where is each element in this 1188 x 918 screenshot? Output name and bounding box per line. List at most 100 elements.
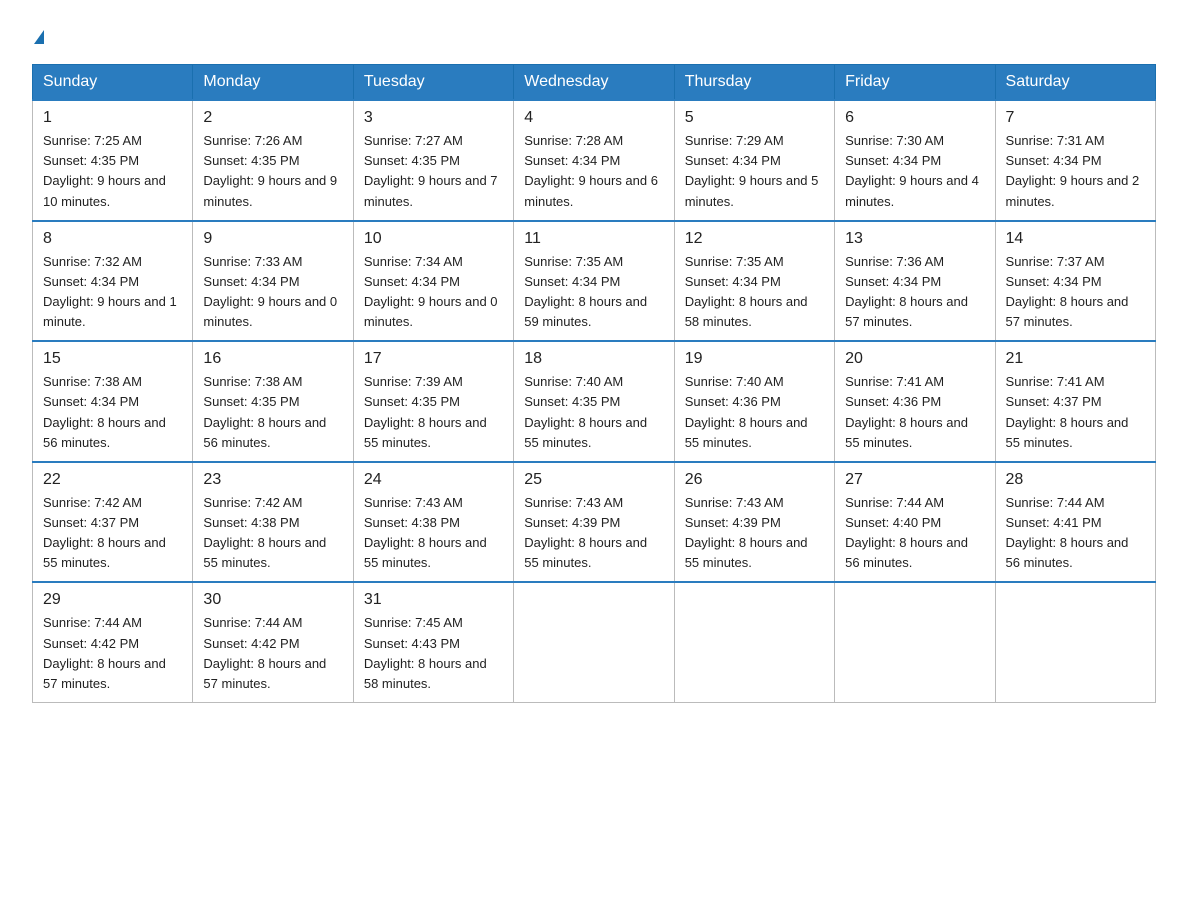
calendar-cell: 22 Sunrise: 7:42 AMSunset: 4:37 PMDayligh… [33,462,193,583]
day-info: Sunrise: 7:34 AMSunset: 4:34 PMDaylight:… [364,252,503,333]
day-number: 1 [43,109,182,127]
day-number: 23 [203,471,342,489]
day-number: 9 [203,230,342,248]
day-number: 14 [1006,230,1145,248]
day-info: Sunrise: 7:43 AMSunset: 4:39 PMDaylight:… [685,493,824,574]
calendar-cell: 16 Sunrise: 7:38 AMSunset: 4:35 PMDayligh… [193,341,353,462]
day-number: 30 [203,591,342,609]
day-info: Sunrise: 7:41 AMSunset: 4:37 PMDaylight:… [1006,372,1145,453]
day-info: Sunrise: 7:42 AMSunset: 4:37 PMDaylight:… [43,493,182,574]
calendar-cell: 31 Sunrise: 7:45 AMSunset: 4:43 PMDayligh… [353,582,513,702]
col-header-friday: Friday [835,65,995,101]
day-info: Sunrise: 7:30 AMSunset: 4:34 PMDaylight:… [845,131,984,212]
day-info: Sunrise: 7:42 AMSunset: 4:38 PMDaylight:… [203,493,342,574]
week-row-1: 1Sunrise: 7:25 AMSunset: 4:35 PMDaylight… [33,100,1156,221]
calendar-cell: 14 Sunrise: 7:37 AMSunset: 4:34 PMDayligh… [995,221,1155,342]
day-info: Sunrise: 7:36 AMSunset: 4:34 PMDaylight:… [845,252,984,333]
day-number: 17 [364,350,503,368]
day-info: Sunrise: 7:44 AMSunset: 4:40 PMDaylight:… [845,493,984,574]
day-info: Sunrise: 7:39 AMSunset: 4:35 PMDaylight:… [364,372,503,453]
calendar-cell: 28 Sunrise: 7:44 AMSunset: 4:41 PMDayligh… [995,462,1155,583]
day-number: 6 [845,109,984,127]
day-info: Sunrise: 7:35 AMSunset: 4:34 PMDaylight:… [524,252,663,333]
day-number: 31 [364,591,503,609]
day-number: 25 [524,471,663,489]
col-header-thursday: Thursday [674,65,834,101]
day-info: Sunrise: 7:44 AMSunset: 4:42 PMDaylight:… [203,613,342,694]
calendar-cell: 13Sunrise: 7:36 AMSunset: 4:34 PMDayligh… [835,221,995,342]
week-row-2: 8 Sunrise: 7:32 AMSunset: 4:34 PMDaylight… [33,221,1156,342]
day-number: 16 [203,350,342,368]
day-info: Sunrise: 7:28 AMSunset: 4:34 PMDaylight:… [524,131,663,212]
calendar-cell: 17 Sunrise: 7:39 AMSunset: 4:35 PMDayligh… [353,341,513,462]
day-number: 27 [845,471,984,489]
day-number: 11 [524,230,663,248]
day-info: Sunrise: 7:27 AMSunset: 4:35 PMDaylight:… [364,131,503,212]
calendar-cell: 29Sunrise: 7:44 AMSunset: 4:42 PMDayligh… [33,582,193,702]
week-row-5: 29 Sunrise: 7:44 AMSunset: 4:42 PMDayligh… [33,582,1156,702]
calendar-cell: 3 Sunrise: 7:27 AMSunset: 4:35 PMDaylight… [353,100,513,221]
day-info: Sunrise: 7:33 AMSunset: 4:34 PMDaylight:… [203,252,342,333]
day-number: 26 [685,471,824,489]
calendar-cell: 18Sunrise: 7:40 AMSunset: 4:35 PMDayligh… [514,341,674,462]
calendar-cell: 7 Sunrise: 7:31 AMSunset: 4:34 PMDaylight… [995,100,1155,221]
calendar-cell [514,582,674,702]
col-header-sunday: Sunday [33,65,193,101]
day-number: 29 [43,591,182,609]
calendar-cell [835,582,995,702]
day-info: Sunrise: 7:43 AMSunset: 4:38 PMDaylight:… [364,493,503,574]
day-info: Sunrise: 7:45 AMSunset: 4:43 PMDaylight:… [364,613,503,694]
col-header-saturday: Saturday [995,65,1155,101]
day-info: Sunrise: 7:38 AMSunset: 4:34 PMDaylight:… [43,372,182,453]
day-number: 28 [1006,471,1145,489]
calendar-cell: 12Sunrise: 7:35 AMSunset: 4:34 PMDayligh… [674,221,834,342]
day-number: 7 [1006,109,1145,127]
calendar-cell: 15 Sunrise: 7:38 AMSunset: 4:34 PMDayligh… [33,341,193,462]
page-header [32,24,1156,48]
day-info: Sunrise: 7:32 AMSunset: 4:34 PMDaylight:… [43,252,182,333]
day-number: 15 [43,350,182,368]
logo [32,24,44,48]
day-number: 24 [364,471,503,489]
calendar-cell [674,582,834,702]
calendar-cell: 30 Sunrise: 7:44 AMSunset: 4:42 PMDayligh… [193,582,353,702]
calendar-cell: 21 Sunrise: 7:41 AMSunset: 4:37 PMDayligh… [995,341,1155,462]
calendar-cell: 4Sunrise: 7:28 AMSunset: 4:34 PMDaylight… [514,100,674,221]
calendar-cell: 2Sunrise: 7:26 AMSunset: 4:35 PMDaylight… [193,100,353,221]
day-info: Sunrise: 7:38 AMSunset: 4:35 PMDaylight:… [203,372,342,453]
col-header-tuesday: Tuesday [353,65,513,101]
day-number: 10 [364,230,503,248]
day-info: Sunrise: 7:31 AMSunset: 4:34 PMDaylight:… [1006,131,1145,212]
day-number: 5 [685,109,824,127]
calendar-cell: 25 Sunrise: 7:43 AMSunset: 4:39 PMDayligh… [514,462,674,583]
day-info: Sunrise: 7:40 AMSunset: 4:36 PMDaylight:… [685,372,824,453]
day-number: 19 [685,350,824,368]
day-info: Sunrise: 7:26 AMSunset: 4:35 PMDaylight:… [203,131,342,212]
calendar-cell: 5 Sunrise: 7:29 AMSunset: 4:34 PMDaylight… [674,100,834,221]
day-info: Sunrise: 7:44 AMSunset: 4:41 PMDaylight:… [1006,493,1145,574]
day-number: 22 [43,471,182,489]
calendar-cell: 10 Sunrise: 7:34 AMSunset: 4:34 PMDayligh… [353,221,513,342]
day-number: 3 [364,109,503,127]
calendar-cell: 6 Sunrise: 7:30 AMSunset: 4:34 PMDaylight… [835,100,995,221]
calendar-cell: 26 Sunrise: 7:43 AMSunset: 4:39 PMDayligh… [674,462,834,583]
col-header-monday: Monday [193,65,353,101]
calendar-cell: 20Sunrise: 7:41 AMSunset: 4:36 PMDayligh… [835,341,995,462]
week-row-4: 22 Sunrise: 7:42 AMSunset: 4:37 PMDayligh… [33,462,1156,583]
logo-triangle-icon [34,30,44,44]
day-info: Sunrise: 7:35 AMSunset: 4:34 PMDaylight:… [685,252,824,333]
calendar-cell [995,582,1155,702]
calendar-cell: 27 Sunrise: 7:44 AMSunset: 4:40 PMDayligh… [835,462,995,583]
calendar-cell: 11 Sunrise: 7:35 AMSunset: 4:34 PMDayligh… [514,221,674,342]
calendar-header-row: SundayMondayTuesdayWednesdayThursdayFrid… [33,65,1156,101]
day-info: Sunrise: 7:43 AMSunset: 4:39 PMDaylight:… [524,493,663,574]
day-info: Sunrise: 7:37 AMSunset: 4:34 PMDaylight:… [1006,252,1145,333]
day-number: 21 [1006,350,1145,368]
day-info: Sunrise: 7:29 AMSunset: 4:34 PMDaylight:… [685,131,824,212]
day-info: Sunrise: 7:40 AMSunset: 4:35 PMDaylight:… [524,372,663,453]
day-number: 20 [845,350,984,368]
day-number: 8 [43,230,182,248]
calendar-cell: 23 Sunrise: 7:42 AMSunset: 4:38 PMDayligh… [193,462,353,583]
calendar-cell: 8 Sunrise: 7:32 AMSunset: 4:34 PMDaylight… [33,221,193,342]
week-row-3: 15 Sunrise: 7:38 AMSunset: 4:34 PMDayligh… [33,341,1156,462]
